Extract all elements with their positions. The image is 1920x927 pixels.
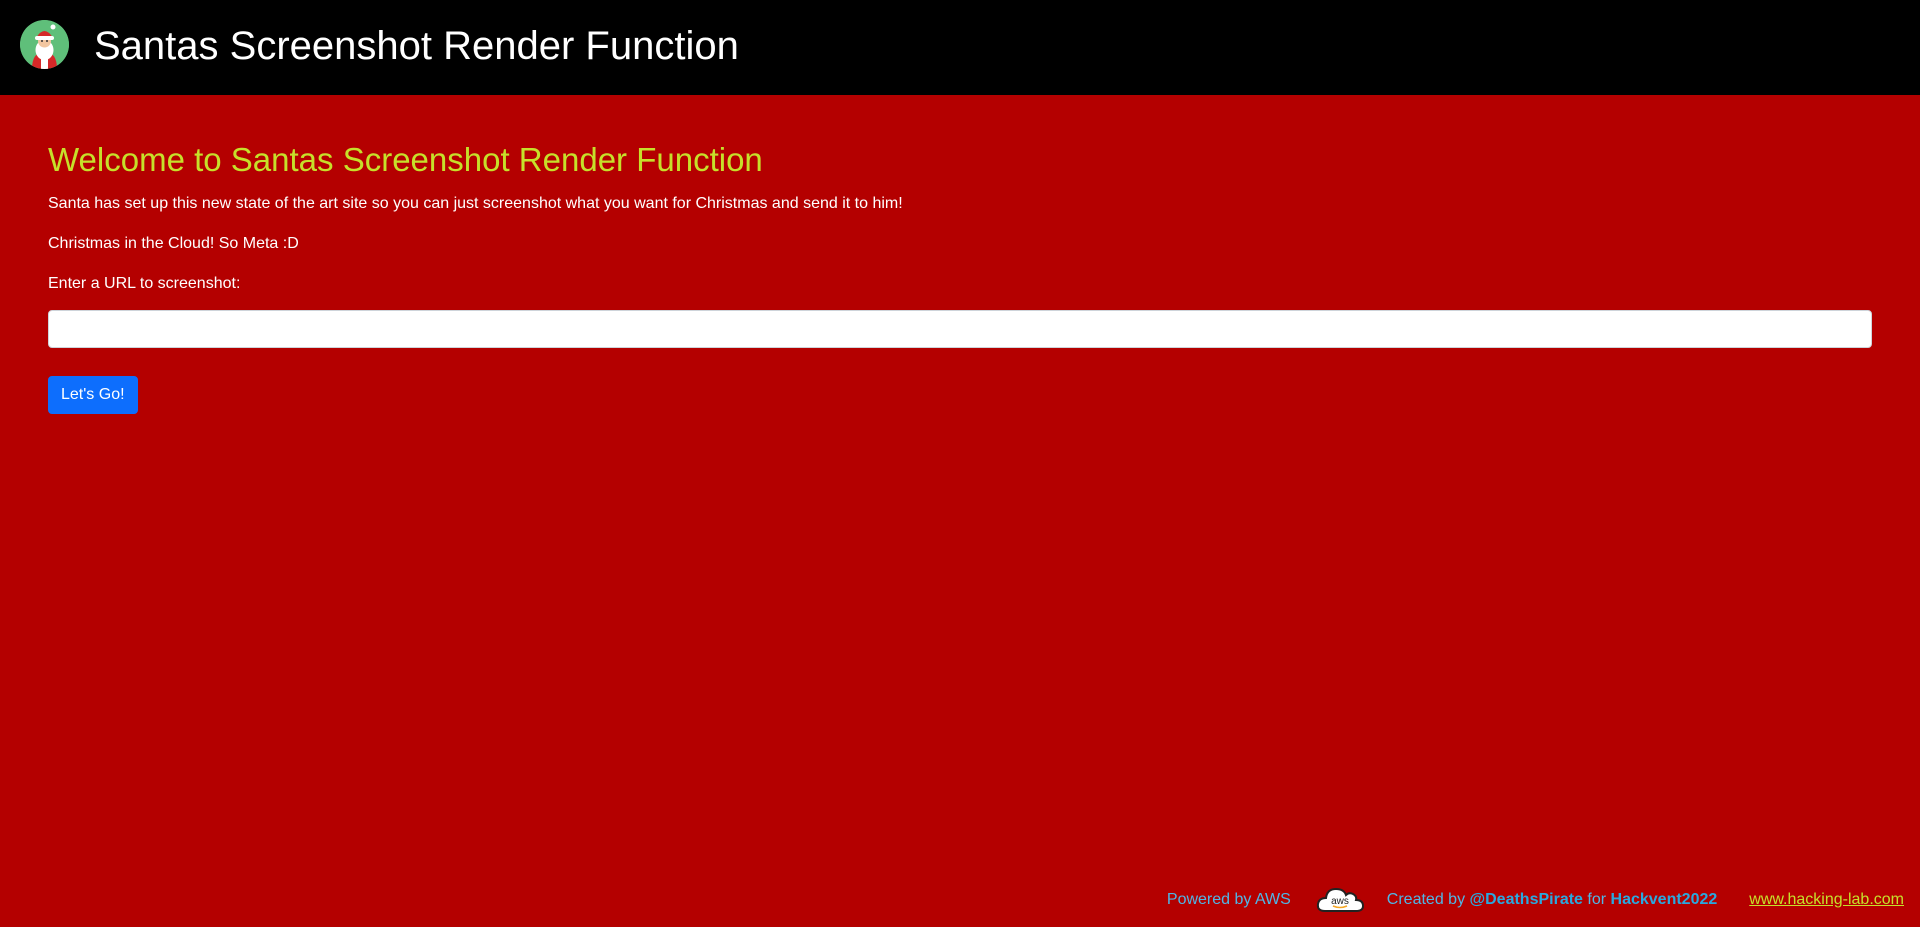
url-input[interactable] (48, 310, 1872, 348)
created-by-prefix: Created by (1386, 891, 1466, 908)
for-text: for (1587, 891, 1607, 908)
main-content: Welcome to Santas Screenshot Render Func… (48, 140, 1872, 414)
event-link[interactable]: Hackvent2022 (1611, 891, 1718, 908)
navbar: Santas Screenshot Render Function (0, 0, 1920, 95)
page-heading: Welcome to Santas Screenshot Render Func… (48, 141, 763, 178)
hacking-lab-link[interactable]: www.hacking-lab.com (1749, 891, 1904, 909)
intro-text: Santa has set up this new state of the a… (48, 195, 903, 212)
app-title: Santas Screenshot Render Function (94, 24, 739, 68)
aws-cloud-icon: aws (1315, 883, 1365, 917)
footer: Powered by AWS aws Created by @DeathsPir… (1167, 880, 1904, 920)
lets-go-button[interactable]: Let's Go! (48, 376, 138, 414)
aws-logo-text: aws (1331, 896, 1349, 907)
tagline-text: Christmas in the Cloud! So Meta :D (48, 235, 299, 252)
santa-avatar-icon[interactable] (20, 20, 69, 69)
author-link[interactable]: @DeathsPirate (1470, 891, 1583, 908)
created-by-text: Created by @DeathsPirate for Hackvent202… (1387, 891, 1717, 909)
url-label: Enter a URL to screenshot: (48, 275, 241, 292)
powered-by-text: Powered by AWS (1166, 891, 1291, 908)
